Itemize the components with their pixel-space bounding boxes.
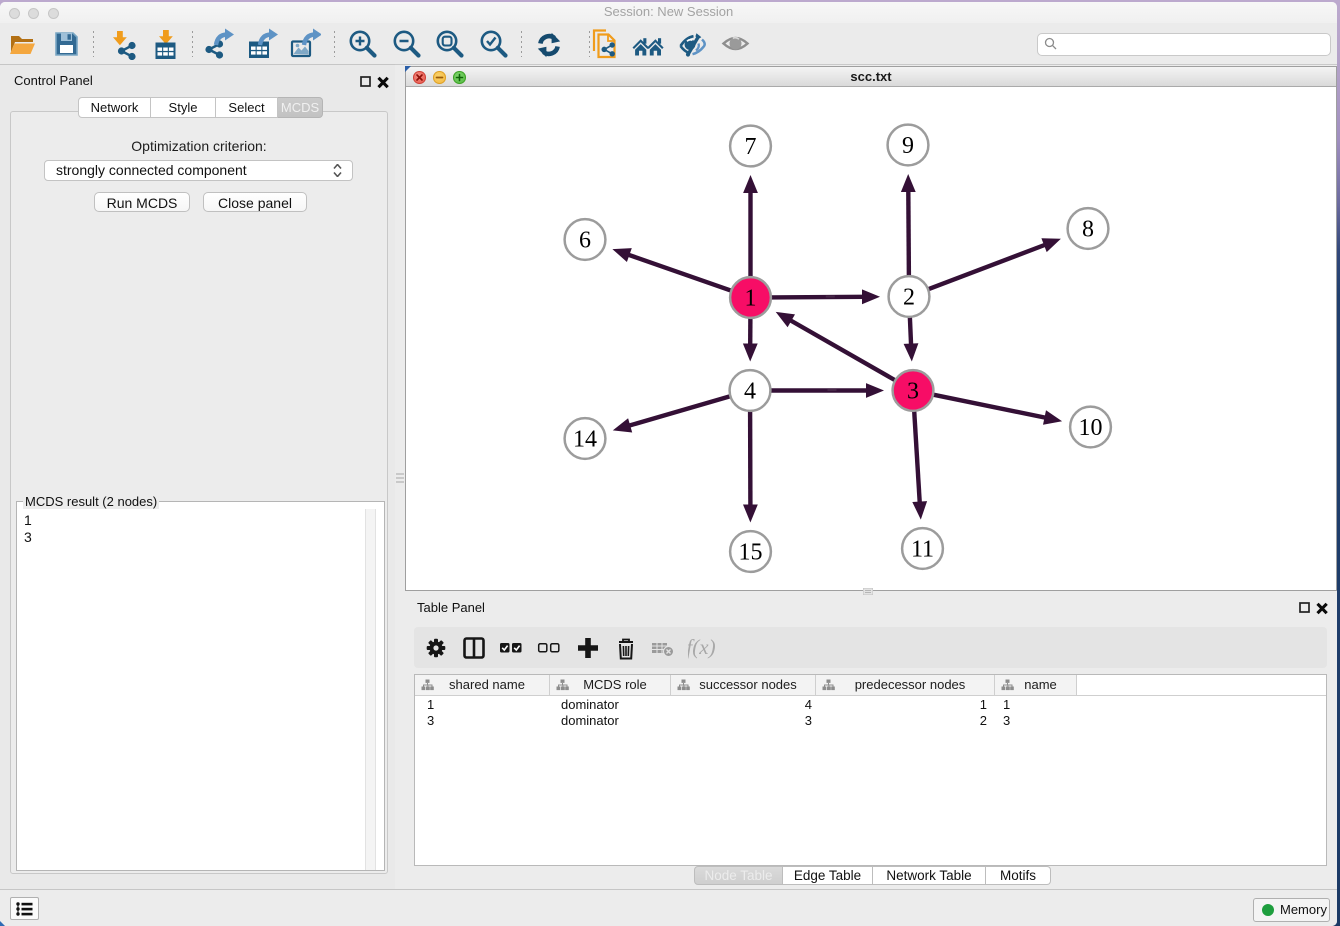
svg-text:14: 14 [573, 427, 597, 453]
svg-text:9: 9 [902, 133, 914, 159]
svg-text:6: 6 [579, 228, 591, 254]
svg-text:10: 10 [1079, 415, 1103, 441]
svg-text:4: 4 [744, 379, 756, 405]
svg-text:f(x): f(x) [688, 635, 716, 659]
svg-text:15: 15 [739, 540, 763, 566]
svg-text:2: 2 [903, 285, 915, 311]
svg-text:7: 7 [745, 134, 757, 160]
svg-text:8: 8 [1082, 217, 1094, 243]
svg-text:1: 1 [745, 286, 757, 312]
svg-text:11: 11 [911, 537, 934, 563]
svg-text:3: 3 [907, 379, 919, 405]
